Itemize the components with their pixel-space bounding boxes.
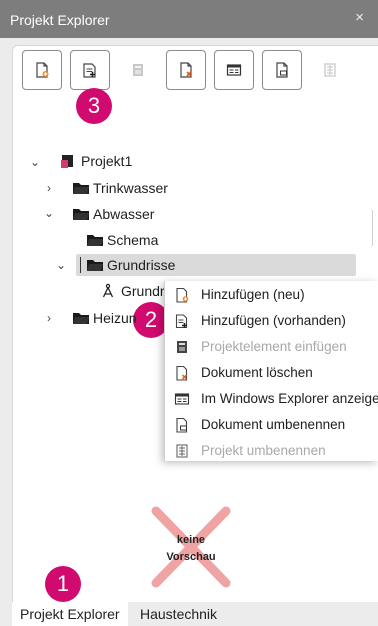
menu-item-rename-project[interactable]: Projekt umbenennen — [165, 438, 378, 464]
menu-item-label: Im Windows Explorer anzeigen — [201, 391, 378, 406]
explorer-window-icon — [226, 64, 242, 76]
menu-item-add-existing[interactable]: Hinzufügen (vorhanden) — [165, 308, 378, 334]
chevron-right-icon[interactable]: › — [43, 311, 55, 325]
tree-node-grundriss[interactable]: Grundri — [100, 280, 168, 302]
tree-node-label: Abwasser — [93, 206, 155, 222]
tree-node-label: Heizun — [93, 310, 137, 326]
element-insert-icon — [133, 64, 143, 76]
delete-document-button[interactable] — [166, 50, 206, 90]
menu-item-label: Projektelement einfügen — [201, 339, 347, 354]
doc-rename-icon — [176, 417, 188, 433]
compass-drawing-icon — [100, 283, 118, 299]
tree-node-projekt1[interactable]: Projekt1 — [60, 150, 132, 172]
menu-item-label: Dokument löschen — [201, 365, 313, 380]
rename-project-button[interactable] — [310, 50, 350, 90]
text-cursor — [80, 257, 81, 273]
tree-node-heizung[interactable]: Heizun — [72, 307, 137, 329]
chevron-right-icon[interactable]: › — [43, 181, 55, 195]
project-rename-icon — [176, 444, 188, 458]
bottom-tab-bar: Projekt Explorer Haustechnik — [0, 602, 378, 626]
tree-node-label: Schema — [107, 232, 159, 248]
tab-haustechnik[interactable]: Haustechnik — [132, 602, 225, 626]
insert-element-button[interactable] — [118, 50, 158, 90]
close-icon[interactable]: × — [355, 9, 364, 26]
cross-icon — [151, 506, 231, 588]
project-rename-icon — [324, 63, 336, 77]
doc-x-icon — [180, 62, 192, 78]
tree-node-label: Projekt1 — [81, 153, 133, 169]
doc-rename-icon — [276, 62, 288, 78]
open-explorer-button[interactable] — [214, 50, 254, 90]
menu-item-label: Projekt umbenennen — [201, 443, 326, 458]
rename-document-button[interactable] — [262, 50, 302, 90]
menu-item-add-new[interactable]: Hinzufügen (neu) — [165, 282, 378, 308]
title-bar: Projekt Explorer × — [0, 0, 378, 38]
menu-item-label: Hinzufügen (neu) — [201, 287, 305, 302]
folder-icon — [72, 206, 90, 222]
context-menu: Hinzufügen (neu) Hinzufügen (vorhanden) … — [164, 281, 378, 461]
folder-icon — [72, 180, 90, 196]
menu-item-label: Dokument umbenennen — [201, 417, 346, 432]
no-preview-placeholder: keine Vorschau — [150, 505, 232, 589]
folder-icon — [72, 310, 90, 326]
tab-projekt-explorer[interactable]: Projekt Explorer — [12, 602, 128, 626]
tree-node-label: Trinkwasser — [93, 180, 168, 196]
callout-badge-1: 1 — [45, 566, 81, 602]
tree-node-label: Grundri — [121, 283, 168, 299]
tree-node-grundrisse[interactable]: Grundrisse — [80, 254, 175, 276]
chevron-down-icon[interactable]: ⌄ — [55, 258, 67, 272]
new-document-button[interactable] — [22, 50, 62, 90]
tree-node-abwasser[interactable]: Abwasser — [72, 203, 154, 225]
window-title: Projekt Explorer — [10, 12, 110, 28]
project-icon — [60, 153, 78, 169]
explorer-window-icon — [174, 393, 190, 405]
menu-item-rename-document[interactable]: Dokument umbenennen — [165, 412, 378, 438]
add-existing-button[interactable] — [70, 50, 110, 90]
element-insert-icon — [177, 341, 187, 353]
doc-stack-plus-icon — [175, 314, 188, 329]
callout-badge-3: 3 — [76, 88, 112, 124]
doc-stack-plus-icon — [83, 63, 96, 78]
tree-node-schema[interactable]: Schema — [86, 229, 158, 251]
doc-x-icon — [176, 365, 188, 381]
doc-plus-icon — [176, 287, 189, 303]
doc-plus-icon — [36, 62, 49, 78]
tree-node-label: Grundrisse — [107, 257, 176, 273]
folder-icon — [86, 232, 104, 248]
chevron-down-icon[interactable]: ⌄ — [29, 155, 41, 169]
folder-icon — [86, 257, 104, 273]
menu-item-delete-document[interactable]: Dokument löschen — [165, 360, 378, 386]
panel-edge — [372, 210, 378, 246]
no-preview-line2: Vorschau — [166, 551, 216, 563]
chevron-down-icon[interactable]: ⌄ — [43, 206, 55, 220]
tree-node-trinkwasser[interactable]: Trinkwasser — [72, 177, 168, 199]
menu-item-insert-element[interactable]: Projektelement einfügen — [165, 334, 378, 360]
menu-item-show-in-explorer[interactable]: Im Windows Explorer anzeigen — [165, 386, 378, 412]
no-preview-line1: keine — [176, 534, 206, 546]
menu-item-label: Hinzufügen (vorhanden) — [201, 313, 346, 328]
